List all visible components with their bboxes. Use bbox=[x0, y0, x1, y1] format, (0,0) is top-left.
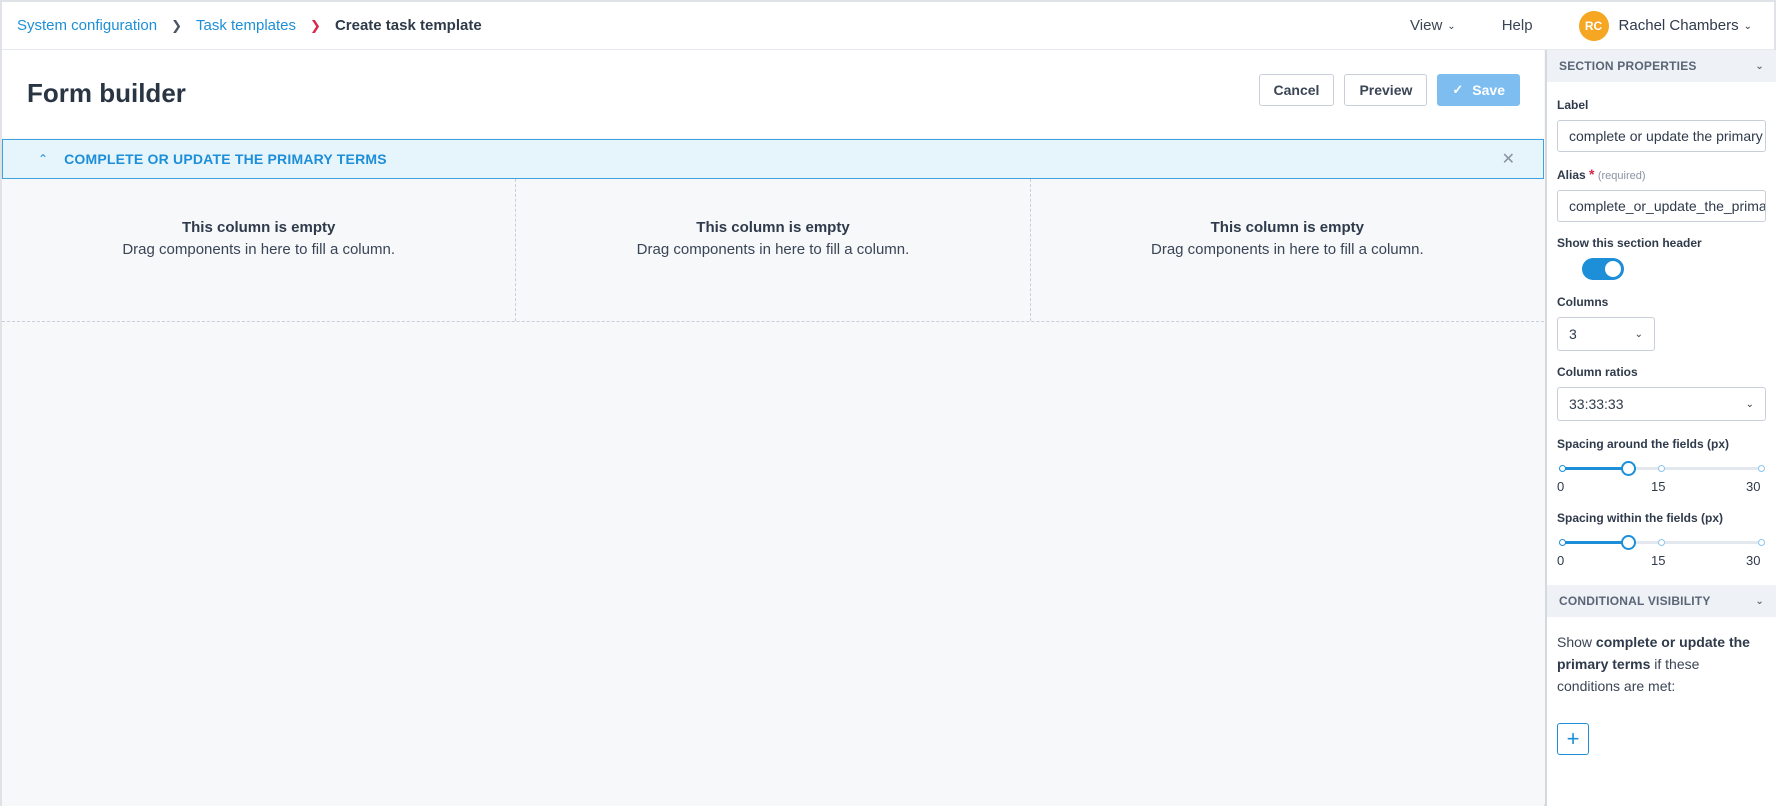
add-condition-button[interactable]: + bbox=[1557, 723, 1589, 755]
properties-panel: SECTION PROPERTIES ⌄ Label complete or u… bbox=[1545, 50, 1776, 806]
column-empty-title: This column is empty bbox=[696, 219, 850, 236]
chevron-down-icon: ⌄ bbox=[1447, 21, 1456, 32]
column-empty-hint: Drag components in here to fill a column… bbox=[122, 241, 395, 258]
chevron-down-icon: ⌄ bbox=[1743, 21, 1752, 32]
slider-stop bbox=[1658, 539, 1665, 546]
avatar: RC bbox=[1578, 10, 1609, 41]
spacing-within-label: Spacing within the fields (px) bbox=[1557, 511, 1724, 525]
close-icon[interactable]: ✕ bbox=[1502, 149, 1515, 169]
help-link[interactable]: Help bbox=[1502, 17, 1533, 34]
breadcrumb-system-configuration[interactable]: System configuration bbox=[17, 17, 157, 34]
help-label: Help bbox=[1501, 17, 1533, 34]
column-drop-zone[interactable]: This column is empty Drag components in … bbox=[1031, 179, 1544, 321]
tick-label: 30 bbox=[1746, 479, 1761, 494]
column-empty-title: This column is empty bbox=[1210, 219, 1364, 236]
slider-handle[interactable] bbox=[1621, 535, 1637, 550]
cancel-button[interactable]: Cancel bbox=[1258, 74, 1335, 106]
tick-label: 15 bbox=[1651, 479, 1666, 494]
chevron-down-icon: ⌄ bbox=[1755, 595, 1764, 607]
columns-select-value: 3 bbox=[1569, 326, 1577, 342]
page-title: Form builder bbox=[27, 78, 186, 108]
columns-label: Columns bbox=[1557, 295, 1609, 309]
save-button[interactable]: ✓ Save bbox=[1437, 74, 1520, 106]
collapse-caret-icon[interactable]: ⌃ bbox=[38, 152, 48, 166]
alias-label-text: Alias bbox=[1557, 168, 1586, 182]
column-drop-zone[interactable]: This column is empty Drag components in … bbox=[2, 179, 517, 321]
slider-ticks: 0 15 30 bbox=[1557, 479, 1766, 497]
user-name: Rachel Chambers bbox=[1618, 17, 1739, 34]
column-empty-hint: Drag components in here to fill a column… bbox=[636, 241, 910, 258]
spacing-around-label: Spacing around the fields (px) bbox=[1557, 437, 1730, 451]
section-properties-title: SECTION PROPERTIES bbox=[1559, 59, 1697, 73]
cond-prefix: Show bbox=[1557, 634, 1596, 650]
required-hint: (required) bbox=[1597, 170, 1646, 182]
show-header-toggle[interactable] bbox=[1582, 258, 1624, 280]
spacing-around-slider[interactable] bbox=[1559, 457, 1765, 479]
slider-stop bbox=[1758, 539, 1765, 546]
breadcrumb-current: Create task template bbox=[334, 17, 482, 34]
tick-label: 0 bbox=[1557, 479, 1565, 494]
slider-fill bbox=[1561, 541, 1629, 544]
section-title: COMPLETE OR UPDATE THE PRIMARY TERMS bbox=[64, 151, 387, 167]
column-ratios-value: 33:33:33 bbox=[1569, 396, 1624, 412]
chevron-down-icon: ⌄ bbox=[1755, 60, 1764, 72]
slider-fill bbox=[1561, 467, 1629, 470]
slider-stop bbox=[1758, 465, 1765, 472]
slider-ticks: 0 15 30 bbox=[1557, 553, 1766, 571]
section-columns: This column is empty Drag components in … bbox=[2, 179, 1544, 322]
chevron-down-icon: ⌄ bbox=[1634, 328, 1643, 340]
preview-button[interactable]: Preview bbox=[1344, 74, 1428, 106]
conditional-visibility-header[interactable]: CONDITIONAL VISIBILITY ⌄ bbox=[1547, 585, 1776, 617]
column-ratios-label: Column ratios bbox=[1557, 365, 1638, 379]
user-menu[interactable]: RC Rachel Chambers ⌄ bbox=[1578, 10, 1752, 41]
columns-select[interactable]: 3 ⌄ bbox=[1557, 317, 1655, 351]
conditional-visibility-text: Show complete or update the primary term… bbox=[1547, 617, 1776, 697]
label-input[interactable]: complete or update the primary terms bbox=[1557, 120, 1766, 152]
chevron-right-icon: ❯ bbox=[310, 17, 321, 33]
section-properties-header[interactable]: SECTION PROPERTIES ⌄ bbox=[1547, 50, 1776, 82]
breadcrumb-task-templates[interactable]: Task templates bbox=[196, 17, 296, 34]
show-header-label: Show this section header bbox=[1557, 236, 1702, 250]
top-bar: System configuration ❯ Task templates ❯ … bbox=[2, 2, 1774, 50]
spacing-within-slider[interactable] bbox=[1559, 531, 1765, 553]
alias-field-label: Alias * (required) bbox=[1557, 166, 1766, 182]
column-ratios-select[interactable]: 33:33:33 ⌄ bbox=[1557, 387, 1766, 421]
app-window: System configuration ❯ Task templates ❯ … bbox=[0, 0, 1776, 806]
slider-stop bbox=[1658, 465, 1665, 472]
form-builder-canvas: Form builder Cancel Preview ✓ Save ⌃ COM… bbox=[2, 50, 1544, 806]
chevron-right-icon: ❯ bbox=[171, 17, 182, 33]
chevron-down-icon: ⌄ bbox=[1745, 398, 1754, 410]
check-icon: ✓ bbox=[1452, 82, 1464, 97]
label-field-label: Label bbox=[1557, 98, 1589, 112]
view-menu[interactable]: View ⌄ bbox=[1410, 17, 1456, 34]
slider-stop bbox=[1559, 539, 1566, 546]
page-header: Form builder Cancel Preview ✓ Save bbox=[2, 50, 1544, 138]
view-menu-label: View bbox=[1410, 17, 1443, 34]
toggle-knob bbox=[1605, 261, 1621, 277]
slider-stop bbox=[1559, 465, 1566, 472]
column-empty-hint: Drag components in here to fill a column… bbox=[1151, 241, 1424, 258]
column-drop-zone[interactable]: This column is empty Drag components in … bbox=[516, 179, 1031, 321]
breadcrumb: System configuration ❯ Task templates ❯ … bbox=[2, 17, 482, 34]
column-empty-title: This column is empty bbox=[181, 219, 336, 236]
slider-handle[interactable] bbox=[1621, 461, 1637, 476]
save-label: Save bbox=[1472, 82, 1505, 98]
section-header[interactable]: ⌃ COMPLETE OR UPDATE THE PRIMARY TERMS ✕ bbox=[2, 139, 1544, 179]
tick-label: 15 bbox=[1651, 553, 1666, 568]
conditional-visibility-title: CONDITIONAL VISIBILITY bbox=[1559, 594, 1711, 608]
tick-label: 30 bbox=[1746, 553, 1761, 568]
required-marker: * bbox=[1589, 166, 1595, 182]
tick-label: 0 bbox=[1557, 553, 1565, 568]
alias-input[interactable]: complete_or_update_the_primary_terms bbox=[1557, 190, 1766, 222]
